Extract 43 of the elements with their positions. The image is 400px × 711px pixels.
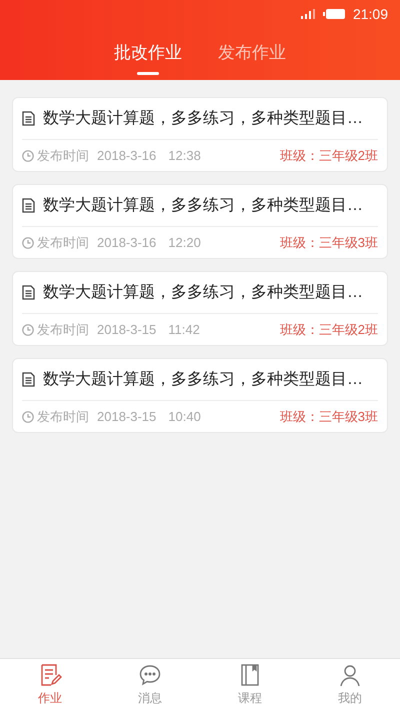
- tab[interactable]: 批改作业: [114, 40, 182, 80]
- status-time: 21:09: [352, 4, 388, 24]
- document-icon: [22, 372, 35, 387]
- signal-icon: [300, 9, 315, 19]
- document-icon: [22, 111, 35, 126]
- chat-bubble-icon: [138, 663, 162, 687]
- publish-time: 10:40: [168, 408, 201, 426]
- assignment-title: 数学大题计算题，多多练习，多种类型题目…: [43, 282, 363, 302]
- time-label: 发布时间: [37, 408, 89, 426]
- publish-date: 2018-3-15: [97, 408, 156, 426]
- clock-icon: [22, 236, 34, 248]
- tab[interactable]: 发布作业: [218, 40, 286, 80]
- nav-item[interactable]: 我的: [300, 659, 400, 711]
- publish-time: 11:42: [168, 320, 200, 339]
- time-label: 发布时间: [37, 234, 89, 252]
- class-label: 班级：三年级3班: [280, 408, 378, 426]
- assignment-card[interactable]: 数学大题计算题，多多练习，多种类型题目… 发布时间 2018-3-15 10:40 班级：三年级3班: [12, 358, 388, 433]
- clock-icon: [22, 150, 34, 162]
- time-label: 发布时间: [37, 320, 89, 339]
- publish-time: 12:38: [168, 146, 201, 165]
- assignment-title: 数学大题计算题，多多练习，多种类型题目…: [43, 196, 363, 216]
- publish-date: 2018-3-16: [97, 146, 156, 165]
- assignment-card[interactable]: 数学大题计算题，多多练习，多种类型题目… 发布时间 2018-3-16 12:20 班级：三年级3班: [12, 184, 388, 259]
- clock-icon: [22, 324, 34, 336]
- document-icon: [22, 198, 35, 213]
- assignment-title: 数学大题计算题，多多练习，多种类型题目…: [43, 108, 363, 128]
- person-icon: [338, 663, 362, 687]
- publish-date: 2018-3-16: [97, 234, 156, 252]
- nav-item[interactable]: 作业: [0, 659, 100, 711]
- nav-item[interactable]: 课程: [200, 659, 300, 711]
- time-label: 发布时间: [37, 146, 89, 165]
- class-label: 班级：三年级2班: [280, 320, 378, 339]
- assignment-title: 数学大题计算题，多多练习，多种类型题目…: [43, 370, 363, 390]
- publish-date: 2018-3-15: [97, 320, 156, 339]
- publish-time: 12:20: [168, 234, 201, 252]
- assignment-card[interactable]: 数学大题计算题，多多练习，多种类型题目… 发布时间 2018-3-16 12:38 班级：三年级2班: [12, 97, 388, 172]
- class-label: 班级：三年级3班: [280, 234, 378, 252]
- class-label: 班级：三年级2班: [280, 146, 378, 165]
- battery-icon: [322, 9, 345, 19]
- assignment-card[interactable]: 数学大题计算题，多多练习，多种类型题目… 发布时间 2018-3-15 11:42 班级：三年级2班: [12, 271, 388, 346]
- document-icon: [22, 285, 35, 300]
- clock-icon: [22, 410, 34, 422]
- nav-item[interactable]: 消息: [100, 659, 200, 711]
